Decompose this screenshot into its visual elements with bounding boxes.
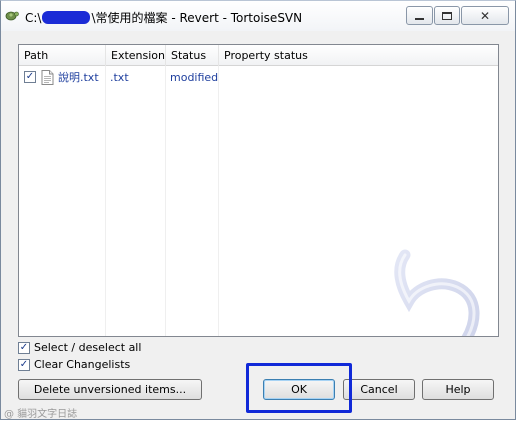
column-separator	[218, 66, 219, 336]
tortoise-icon	[5, 11, 19, 21]
close-icon: ✕	[479, 8, 491, 23]
maximize-button[interactable]	[434, 6, 460, 25]
column-header-status[interactable]: Status	[166, 45, 219, 66]
clear-changelists-label: Clear Changelists	[34, 358, 131, 371]
redacted-path	[42, 11, 91, 24]
window-title: C:\ \常使用的檔案 - Revert - TortoiseSVN	[25, 9, 302, 26]
revert-dialog: C:\ \常使用的檔案 - Revert - TortoiseSVN ✕ Path…	[0, 0, 516, 420]
text-file-icon	[41, 70, 54, 85]
cell-status: modified	[170, 71, 219, 84]
maximize-icon	[442, 11, 452, 20]
help-button[interactable]: Help	[422, 379, 494, 400]
cell-extension: .txt	[110, 71, 129, 84]
tortoisesvn-swirl-watermark	[394, 249, 480, 336]
column-header-extension[interactable]: Extension	[106, 45, 166, 66]
title-suffix: \常使用的檔案 - Revert - TortoiseSVN	[91, 11, 303, 25]
minimize-icon	[415, 17, 424, 20]
blog-credit-watermark: @ 貓羽文字日誌	[4, 409, 78, 420]
column-header-property-status[interactable]: Property status	[219, 45, 319, 66]
cancel-button[interactable]: Cancel	[343, 379, 415, 400]
close-button[interactable]: ✕	[461, 6, 509, 25]
row-checkbox[interactable]: ✓	[24, 71, 36, 83]
table-row[interactable]: ✓ 說明.txt .txt modified	[19, 70, 498, 86]
select-all-checkbox[interactable]: ✓	[18, 342, 30, 354]
column-separator	[105, 66, 106, 336]
clear-changelists-checkbox[interactable]: ✓	[18, 359, 30, 371]
select-all-label: Select / deselect all	[34, 341, 142, 354]
cell-path: 說明.txt	[58, 71, 99, 84]
title-prefix: C:\	[25, 11, 42, 25]
column-header-path[interactable]: Path	[19, 45, 106, 66]
list-header: Path Extension Status Property status	[19, 45, 498, 66]
ok-highlight-annotation	[246, 363, 352, 413]
title-bar: C:\ \常使用的檔案 - Revert - TortoiseSVN ✕	[1, 1, 515, 31]
column-separator	[165, 66, 166, 336]
file-list[interactable]: Path Extension Status Property status ✓ …	[18, 44, 499, 337]
minimize-button[interactable]	[406, 6, 433, 25]
delete-unversioned-button[interactable]: Delete unversioned items...	[18, 379, 202, 400]
